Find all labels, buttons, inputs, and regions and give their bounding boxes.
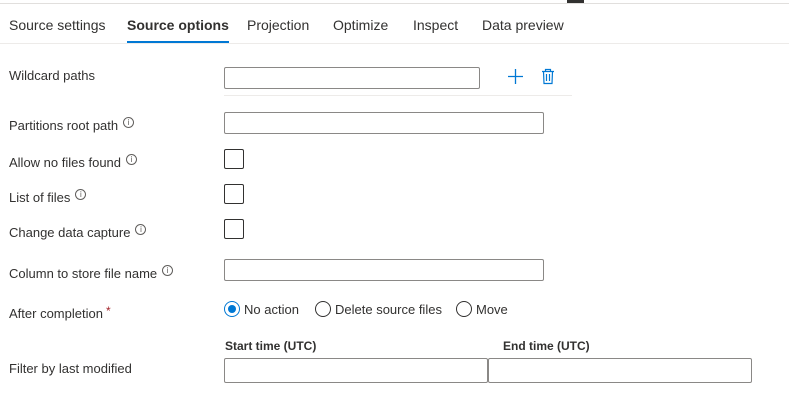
radio-delete-source-files[interactable]: Delete source files [315,301,442,317]
start-time-input[interactable] [224,358,488,383]
change-data-capture-label: Change data capture i [9,224,147,240]
info-icon[interactable]: i [123,117,135,128]
partitions-root-path-label: Partitions root path i [9,117,135,133]
radio-no-action-label: No action [244,301,299,317]
list-of-files-checkbox[interactable] [224,184,244,204]
change-data-capture-text: Change data capture [9,225,131,240]
info-icon[interactable]: i [75,189,87,200]
partitions-root-path-text: Partitions root path [9,118,119,133]
wildcard-paths-input[interactable] [224,67,480,89]
radio-delete-source-files-label: Delete source files [335,301,442,317]
tab-source-settings[interactable]: Source settings [9,17,106,33]
column-to-store-file-name-input[interactable] [224,259,544,281]
column-to-store-file-name-label: Column to store file name i [9,265,174,281]
start-time-label: Start time (UTC) [225,339,317,353]
tab-source-options[interactable]: Source options [127,17,229,43]
info-icon[interactable]: i [162,265,174,276]
radio-unselected-icon[interactable] [456,301,472,317]
partitions-root-path-input[interactable] [224,112,544,134]
tab-data-preview[interactable]: Data preview [482,17,564,33]
info-icon[interactable]: i [126,154,138,165]
info-icon[interactable]: i [135,224,147,235]
tab-projection[interactable]: Projection [247,17,309,33]
end-time-input[interactable] [488,358,752,383]
delete-icon[interactable] [541,68,555,90]
end-time-label: End time (UTC) [503,339,590,353]
radio-no-action[interactable]: No action [224,301,299,317]
allow-no-files-found-label: Allow no files found i [9,154,138,170]
wildcard-row-divider [224,95,572,96]
tab-optimize[interactable]: Optimize [333,17,388,33]
column-to-store-file-name-text: Column to store file name [9,266,158,281]
radio-selected-icon[interactable] [224,301,240,317]
list-of-files-text: List of files [9,190,71,205]
tab-inspect[interactable]: Inspect [413,17,458,33]
wildcard-paths-label: Wildcard paths [9,68,95,83]
add-icon[interactable] [507,68,524,90]
list-of-files-label: List of files i [9,189,87,205]
allow-no-files-found-text: Allow no files found [9,155,122,170]
required-marker: * [105,304,111,318]
radio-move-label: Move [476,301,508,317]
after-completion-label: After completion * [9,304,111,321]
tab-bar: Source settings Source options Projectio… [0,0,789,44]
radio-unselected-icon[interactable] [315,301,331,317]
radio-move[interactable]: Move [456,301,508,317]
after-completion-text: After completion [9,306,103,321]
filter-by-last-modified-label: Filter by last modified [9,361,132,376]
change-data-capture-checkbox[interactable] [224,219,244,239]
allow-no-files-found-checkbox[interactable] [224,149,244,169]
